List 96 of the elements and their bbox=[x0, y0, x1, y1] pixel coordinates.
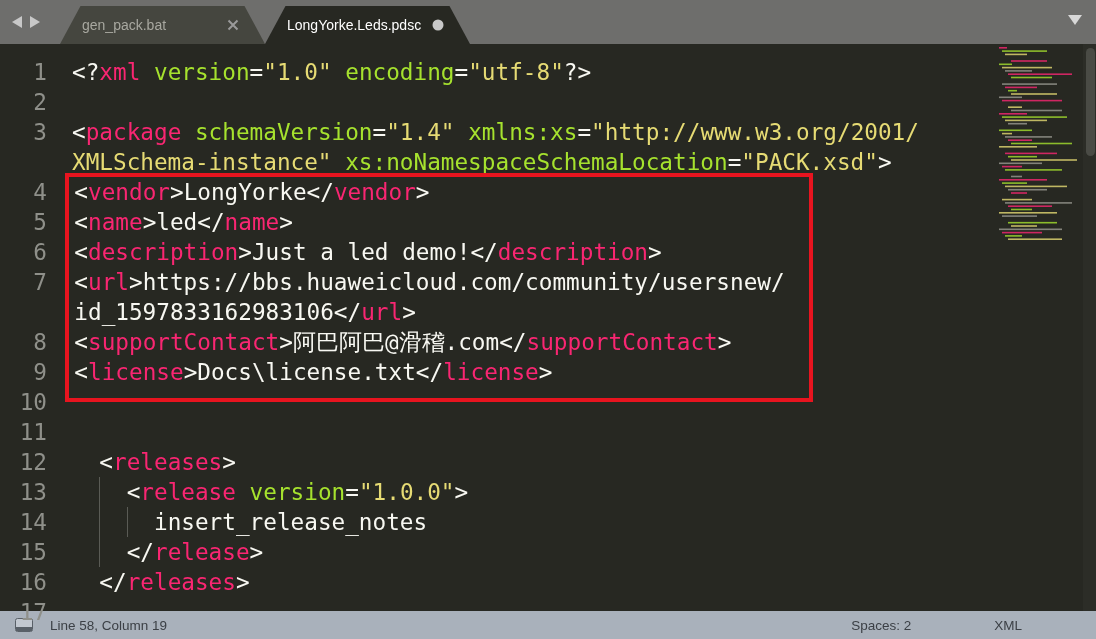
unsaved-dot-icon bbox=[432, 19, 444, 31]
code-text: > bbox=[538, 359, 553, 385]
code-text: > bbox=[877, 149, 892, 175]
cursor-position: Line 58, Column 19 bbox=[50, 617, 168, 633]
indentation-setting[interactable]: Spaces: 2 bbox=[851, 617, 912, 633]
close-icon[interactable] bbox=[227, 19, 239, 31]
code-text: < bbox=[74, 239, 88, 265]
line-number: 11 bbox=[19, 419, 47, 445]
tag-name: license bbox=[443, 359, 539, 385]
code-text: >阿巴阿巴@滑稽.com</ bbox=[279, 329, 527, 355]
tag-name: name bbox=[88, 209, 143, 235]
code-text: >LongYorke</ bbox=[169, 179, 334, 205]
tag-name: name bbox=[224, 209, 280, 235]
code-text: >Docs\license.txt</ bbox=[183, 359, 444, 385]
attribute-name: version bbox=[152, 59, 250, 85]
code-text: = bbox=[372, 119, 387, 145]
code-text: > bbox=[717, 329, 732, 355]
tag-name: description bbox=[497, 239, 649, 265]
code-text: > bbox=[279, 209, 293, 235]
attribute-name: version bbox=[248, 479, 346, 505]
code-text: > bbox=[415, 179, 430, 205]
code-text: > bbox=[454, 479, 469, 505]
code-text: < bbox=[74, 209, 88, 235]
code-text: < bbox=[99, 449, 113, 475]
code-text: >Just a led demo!</ bbox=[238, 239, 498, 265]
back-arrow-icon[interactable] bbox=[11, 15, 23, 29]
code-text: = bbox=[454, 59, 469, 85]
code-text: <? bbox=[72, 59, 100, 85]
code-text: < bbox=[74, 179, 88, 205]
line-number: 5 bbox=[33, 209, 47, 235]
code-text: = bbox=[249, 59, 264, 85]
line-number: 3 bbox=[33, 119, 47, 145]
line-number: 4 bbox=[33, 179, 47, 205]
code-text: > bbox=[402, 299, 416, 325]
code-text: < bbox=[126, 479, 141, 505]
line-number: 13 bbox=[19, 479, 47, 505]
code-text: < bbox=[74, 329, 88, 355]
attribute-value: "1.0.0" bbox=[358, 479, 455, 505]
code-text: </ bbox=[126, 539, 154, 565]
attribute-name: schemaVersion bbox=[193, 119, 373, 145]
line-number: 7 bbox=[33, 269, 47, 295]
code-text: = bbox=[345, 479, 359, 505]
code-text: >led</ bbox=[142, 209, 225, 235]
tag-name: xml bbox=[99, 59, 141, 85]
code-text: > bbox=[249, 539, 264, 565]
file-tab[interactable]: gen_pack.bat bbox=[60, 6, 265, 44]
attribute-value: "1.0" bbox=[263, 59, 332, 85]
line-number: 6 bbox=[33, 239, 47, 265]
code-text: ?> bbox=[563, 59, 592, 85]
tag-name: package bbox=[85, 119, 182, 145]
line-number: 10 bbox=[19, 389, 47, 415]
code-text: insert_release_notes bbox=[154, 509, 428, 535]
tag-name: description bbox=[88, 239, 239, 265]
tag-name: vendor bbox=[88, 179, 170, 205]
attribute-value: "1.4" bbox=[386, 119, 455, 145]
line-number: 1 bbox=[33, 59, 47, 85]
tag-name: release bbox=[140, 479, 236, 505]
code-text: > bbox=[235, 569, 250, 595]
line-number: 15 bbox=[19, 539, 47, 565]
scrollbar-thumb[interactable] bbox=[1086, 48, 1095, 156]
code-text: < bbox=[74, 359, 88, 385]
line-number: 8 bbox=[33, 329, 47, 355]
tag-name: release bbox=[154, 539, 250, 565]
line-number: 14 bbox=[19, 509, 47, 535]
tag-name: releases bbox=[113, 449, 223, 475]
tag-name: url bbox=[361, 299, 403, 325]
attribute-name: xs:noNamespaceSchemaLocation bbox=[344, 149, 728, 175]
line-number: 2 bbox=[33, 89, 47, 115]
tag-name: url bbox=[88, 269, 129, 295]
code-text: = bbox=[577, 119, 592, 145]
tag-name: supportContact bbox=[526, 329, 718, 355]
code-text: < bbox=[72, 119, 86, 145]
attribute-name: encoding bbox=[344, 59, 455, 85]
attribute-value: "utf-8" bbox=[468, 59, 564, 85]
tag-name: releases bbox=[126, 569, 236, 595]
code-text: </ bbox=[99, 569, 127, 595]
line-number: 16 bbox=[19, 569, 47, 595]
forward-arrow-icon[interactable] bbox=[29, 15, 41, 29]
dropdown-triangle-icon[interactable] bbox=[1068, 15, 1082, 25]
tag-name: vendor bbox=[333, 179, 416, 205]
code-text: id_1597833162983106</ bbox=[74, 299, 362, 325]
attribute-value: XMLSchema-instance" bbox=[72, 149, 332, 175]
code-text: > bbox=[648, 239, 662, 265]
code-text: = bbox=[727, 149, 742, 175]
code-text: >https://bbs.huaweicloud.com/community/usersnew/ bbox=[129, 269, 785, 295]
syntax-setting[interactable]: XML bbox=[994, 617, 1022, 633]
attribute-name: xmlns:xs bbox=[467, 119, 578, 145]
code-text: > bbox=[222, 449, 236, 475]
tag-name: license bbox=[88, 359, 184, 385]
attribute-value: "http://www.w3.org/2001/ bbox=[591, 119, 919, 145]
line-number: 9 bbox=[33, 359, 47, 385]
attribute-value: "PACK.xsd" bbox=[741, 149, 878, 175]
file-tab[interactable]: LongYorke.Leds.pdsc bbox=[265, 6, 470, 44]
code-text: < bbox=[74, 269, 88, 295]
tag-name: supportContact bbox=[88, 329, 280, 355]
line-number: 12 bbox=[19, 449, 47, 475]
